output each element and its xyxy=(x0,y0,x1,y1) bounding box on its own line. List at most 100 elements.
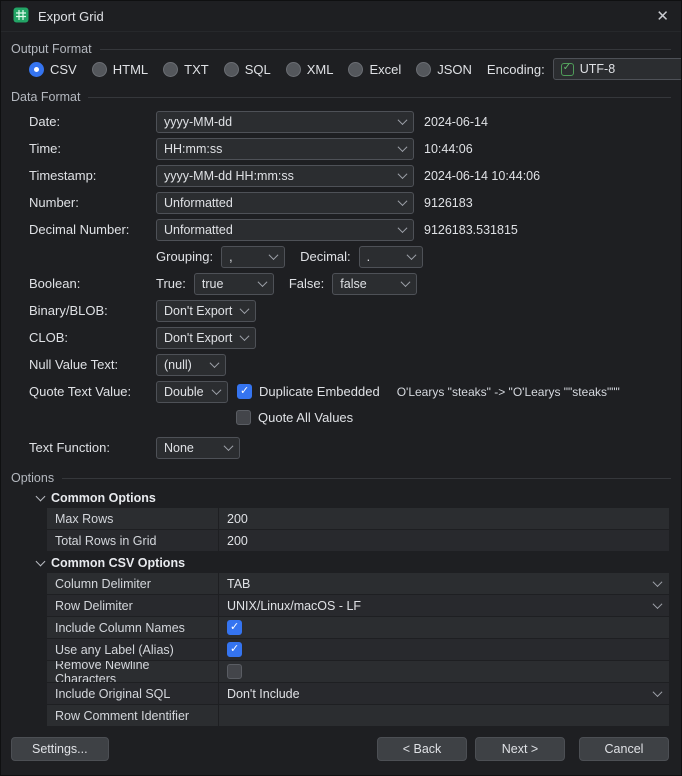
clob-value: Don't Export xyxy=(164,331,235,345)
text-function-value: None xyxy=(164,441,219,455)
include-original-sql-select[interactable]: Don't Include xyxy=(219,683,669,704)
chevron-expanded-icon xyxy=(36,491,46,501)
date-row: Date: yyyy-MM-dd 2024-06-14 xyxy=(29,108,669,135)
grouping-select[interactable]: , xyxy=(221,246,285,268)
boolean-true-select[interactable]: true xyxy=(194,273,274,295)
option-value-cell[interactable]: 200 xyxy=(219,508,669,529)
options-table-common: Max Rows 200 Total Rows in Grid 200 xyxy=(47,508,669,552)
radio-icon xyxy=(416,62,431,77)
option-label-cell: Use any Label (Alias) xyxy=(47,639,219,660)
decimal-sep-select[interactable]: . xyxy=(359,246,423,268)
text-function-select[interactable]: None xyxy=(156,437,240,459)
close-icon[interactable]: ✕ xyxy=(656,9,669,24)
options-table-csv: Column Delimiter TAB Row Delimiter UNIX/… xyxy=(47,573,669,727)
remove-newline-label: Remove Newline Characters xyxy=(55,661,210,682)
duplicate-embedded-checkbox-item[interactable]: Duplicate Embedded xyxy=(237,384,380,399)
number-format-select[interactable]: Unformatted xyxy=(156,192,414,214)
chevron-down-icon xyxy=(398,196,408,206)
option-row-row-comment-identifier[interactable]: Row Comment Identifier xyxy=(47,705,669,727)
option-row-row-delimiter[interactable]: Row Delimiter UNIX/Linux/macOS - LF xyxy=(47,595,669,617)
radio-json[interactable]: JSON xyxy=(416,62,472,77)
option-label-cell: Include Original SQL xyxy=(47,683,219,704)
checkbox-unchecked-icon xyxy=(236,410,251,425)
clob-label: CLOB: xyxy=(29,330,156,345)
time-format-select[interactable]: HH:mm:ss xyxy=(156,138,414,160)
checked-box-icon xyxy=(561,63,574,76)
number-preview: 9126183 xyxy=(424,196,473,210)
options-tree: Common Options Max Rows 200 Total Rows i… xyxy=(1,485,681,727)
checkbox-checked-icon xyxy=(237,384,252,399)
row-delimiter-select[interactable]: UNIX/Linux/macOS - LF xyxy=(219,595,669,616)
grouping-label: Grouping: xyxy=(156,249,213,264)
use-any-label-checkbox[interactable] xyxy=(219,639,669,660)
next-button[interactable]: Next > xyxy=(475,737,565,761)
row-delimiter-value: UNIX/Linux/macOS - LF xyxy=(227,599,648,613)
settings-button[interactable]: Settings... xyxy=(11,737,109,761)
clob-select[interactable]: Don't Export xyxy=(156,327,256,349)
timestamp-preview: 2024-06-14 10:44:06 xyxy=(424,169,540,183)
max-rows-label: Max Rows xyxy=(55,512,113,526)
binary-blob-select[interactable]: Don't Export xyxy=(156,300,256,322)
null-value-text-select[interactable]: (null) xyxy=(156,354,226,376)
radio-selected-icon xyxy=(29,62,44,77)
titlebar: Export Grid ✕ xyxy=(1,1,681,32)
boolean-false-select[interactable]: false xyxy=(332,273,417,295)
radio-icon xyxy=(224,62,239,77)
group-common-options[interactable]: Common Options xyxy=(37,487,669,508)
quote-text-value-select[interactable]: Double xyxy=(156,381,228,403)
remove-newline-checkbox[interactable] xyxy=(219,661,669,682)
chevron-down-icon xyxy=(406,250,416,260)
row-comment-identifier-field[interactable] xyxy=(219,705,669,726)
checkbox-checked-icon xyxy=(227,620,242,635)
section-divider xyxy=(100,49,671,50)
radio-icon xyxy=(286,62,301,77)
number-row: Number: Unformatted 9126183 xyxy=(29,189,669,216)
radio-excel-label: Excel xyxy=(369,62,401,77)
column-delimiter-select[interactable]: TAB xyxy=(219,573,669,594)
back-button[interactable]: < Back xyxy=(377,737,467,761)
quote-example-text: O'Learys "steaks" -> "O'Learys ""steaks"… xyxy=(397,385,620,399)
date-label: Date: xyxy=(29,114,156,129)
radio-sql[interactable]: SQL xyxy=(224,62,271,77)
radio-xml[interactable]: XML xyxy=(286,62,334,77)
radio-excel[interactable]: Excel xyxy=(348,62,401,77)
chevron-down-icon xyxy=(398,169,408,179)
quote-text-value: Double xyxy=(164,385,207,399)
option-row-max-rows[interactable]: Max Rows 200 xyxy=(47,508,669,530)
option-value-cell[interactable]: 200 xyxy=(219,530,669,551)
radio-html[interactable]: HTML xyxy=(92,62,148,77)
max-rows-value: 200 xyxy=(227,512,661,526)
decimal-number-format-select[interactable]: Unformatted xyxy=(156,219,414,241)
option-row-use-any-label[interactable]: Use any Label (Alias) xyxy=(47,639,669,661)
option-row-remove-newline[interactable]: Remove Newline Characters xyxy=(47,661,669,683)
option-row-include-column-names[interactable]: Include Column Names xyxy=(47,617,669,639)
boolean-true-label: True: xyxy=(156,276,186,291)
option-row-column-delimiter[interactable]: Column Delimiter TAB xyxy=(47,573,669,595)
format-radio-group: CSV HTML TXT SQL XML Excel JSON Encoding… xyxy=(1,58,681,80)
boolean-row: Boolean: True: true False: false xyxy=(29,270,669,297)
data-format-section-label: Data Format xyxy=(11,90,80,104)
option-label-cell: Remove Newline Characters xyxy=(47,661,219,682)
text-function-row: Text Function: None xyxy=(29,434,669,461)
group-common-csv-options[interactable]: Common CSV Options xyxy=(37,552,669,573)
option-row-include-original-sql[interactable]: Include Original SQL Don't Include xyxy=(47,683,669,705)
encoding-select[interactable]: UTF-8 xyxy=(553,58,682,80)
option-row-total-rows[interactable]: Total Rows in Grid 200 xyxy=(47,530,669,552)
boolean-label: Boolean: xyxy=(29,276,156,291)
option-label-cell: Row Comment Identifier xyxy=(47,705,219,726)
cancel-button[interactable]: Cancel xyxy=(579,737,669,761)
export-grid-dialog: Export Grid ✕ Output Format CSV HTML TXT… xyxy=(0,0,682,776)
boolean-false-label: False: xyxy=(289,276,324,291)
radio-txt[interactable]: TXT xyxy=(163,62,209,77)
total-rows-value: 200 xyxy=(227,534,661,548)
timestamp-format-select[interactable]: yyyy-MM-dd HH:mm:ss xyxy=(156,165,414,187)
date-format-select[interactable]: yyyy-MM-dd xyxy=(156,111,414,133)
group-common-csv-options-title: Common CSV Options xyxy=(51,556,185,570)
include-column-names-checkbox[interactable] xyxy=(219,617,669,638)
quote-all-values-row: Quote All Values xyxy=(29,405,669,430)
radio-csv[interactable]: CSV xyxy=(29,62,77,77)
binary-blob-row: Binary/BLOB: Don't Export xyxy=(29,297,669,324)
quote-all-values-checkbox-item[interactable]: Quote All Values xyxy=(236,410,353,425)
radio-icon xyxy=(348,62,363,77)
chevron-down-icon xyxy=(398,223,408,233)
